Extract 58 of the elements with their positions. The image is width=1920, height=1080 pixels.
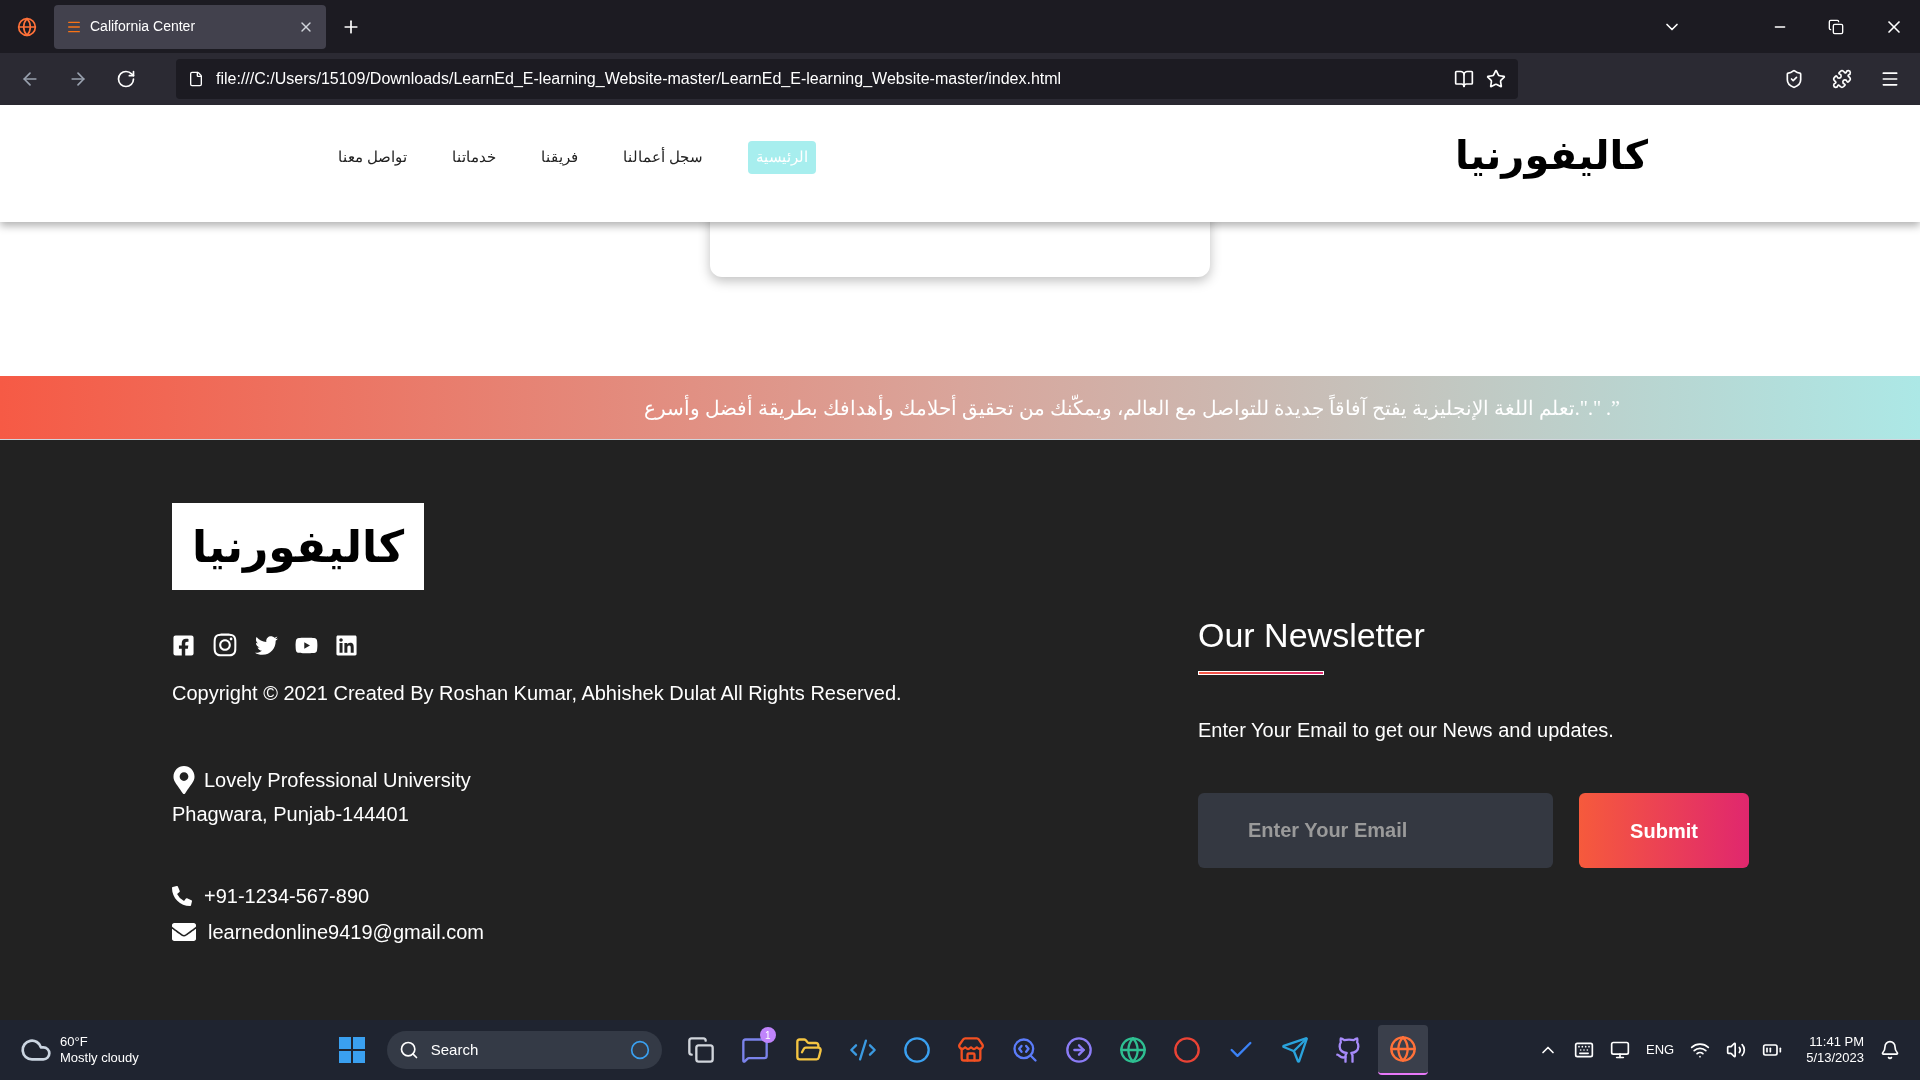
keyboard-icon[interactable] bbox=[1574, 1040, 1594, 1060]
nav-link[interactable]: تواصل معنا bbox=[338, 141, 408, 174]
footer-logo: كاليفورنيا bbox=[172, 503, 424, 590]
wifi-icon[interactable] bbox=[1690, 1040, 1711, 1060]
reload-icon[interactable] bbox=[116, 69, 136, 89]
globe-icon bbox=[1388, 1035, 1417, 1063]
facebook-icon[interactable] bbox=[172, 633, 195, 657]
globe-icon bbox=[1118, 1036, 1147, 1064]
address-bar[interactable]: file:///C:/Users/15109/Downloads/LearnEd_E-learning_Website-master/LearnEd_E-learning_Website-master/index.html bbox=[176, 59, 1518, 99]
email-field[interactable]: Enter Your Email bbox=[1198, 793, 1553, 868]
magnifier-icon bbox=[1010, 1036, 1039, 1064]
newsletter-text: Enter Your Email to get our News and updates. bbox=[1198, 718, 1615, 743]
address-line: Lovely Professional University bbox=[204, 768, 471, 793]
bird-icon[interactable] bbox=[255, 633, 278, 657]
file-icon bbox=[188, 71, 204, 87]
taskbar-search[interactable]: Search bbox=[386, 1031, 662, 1069]
address-line: Phagwara, Punjab-144401 bbox=[172, 802, 410, 827]
nav-link[interactable]: فريقنا bbox=[541, 141, 579, 174]
arrow-circle-icon bbox=[1064, 1036, 1093, 1064]
bookmark-star-icon[interactable] bbox=[1486, 69, 1506, 89]
email-address: learnedonline9419@gmail.com bbox=[208, 920, 485, 945]
phone-icon bbox=[172, 886, 192, 906]
search-icon bbox=[398, 1040, 419, 1060]
submit-button[interactable]: Submit bbox=[1579, 793, 1749, 868]
browser-tab[interactable]: California Center bbox=[54, 4, 326, 49]
weather-condition: Mostly cloudy bbox=[60, 1050, 139, 1067]
volume-icon[interactable] bbox=[1726, 1040, 1747, 1060]
browser-logo-icon[interactable] bbox=[17, 16, 37, 37]
phone-number: +91-1234-567-890 bbox=[204, 884, 370, 909]
extensions-icon[interactable] bbox=[1832, 69, 1852, 89]
mail-icon bbox=[172, 920, 196, 944]
clock-date[interactable]: 5/13/2023 bbox=[1806, 1050, 1864, 1067]
nav-link[interactable]: خدماتنا bbox=[452, 141, 497, 174]
notification-icon[interactable] bbox=[1880, 1040, 1900, 1060]
language-indicator[interactable]: ENG bbox=[1646, 1040, 1675, 1060]
banner-quote: ”. ".".تعلم اللغة الإنجليزية يفتح آفاقاً جديدة للتواصل مع العالم، ويمكّنك من تحقيق أحلامك وأهدافك بطريقة أفضل وأسرع bbox=[643, 393, 1620, 422]
temperature: 60°F bbox=[60, 1033, 89, 1050]
copyright-text: Copyright © 2021 Created By Roshan Kumar, Abhishek Dulat All Rights Reserved. bbox=[172, 681, 903, 706]
linkedin-icon[interactable] bbox=[335, 633, 358, 657]
instagram-icon[interactable] bbox=[212, 632, 238, 658]
reader-view-icon[interactable] bbox=[1454, 69, 1474, 89]
monitor-icon[interactable] bbox=[1610, 1040, 1630, 1060]
send-icon bbox=[1280, 1036, 1309, 1064]
restore-icon[interactable] bbox=[1828, 18, 1844, 35]
ring-icon bbox=[902, 1036, 931, 1064]
store-icon bbox=[956, 1036, 985, 1064]
newsletter-title: Our Newsletter bbox=[1198, 615, 1426, 656]
ring-icon bbox=[1172, 1036, 1201, 1064]
notification-badge: 1 bbox=[759, 1027, 776, 1043]
site-logo[interactable]: كاليفورنيا bbox=[1455, 125, 1648, 185]
start-icon[interactable] bbox=[338, 1037, 365, 1063]
tab-title: California Center bbox=[90, 17, 197, 36]
shield-icon[interactable] bbox=[1784, 69, 1804, 89]
clock-time[interactable]: 11:41 PM bbox=[1809, 1033, 1864, 1050]
menu-icon[interactable] bbox=[1880, 69, 1900, 89]
nav-link[interactable]: سجل أعمالنا bbox=[623, 141, 704, 174]
taskbar-app[interactable] bbox=[1377, 1025, 1428, 1075]
location-pin-icon bbox=[172, 766, 196, 794]
